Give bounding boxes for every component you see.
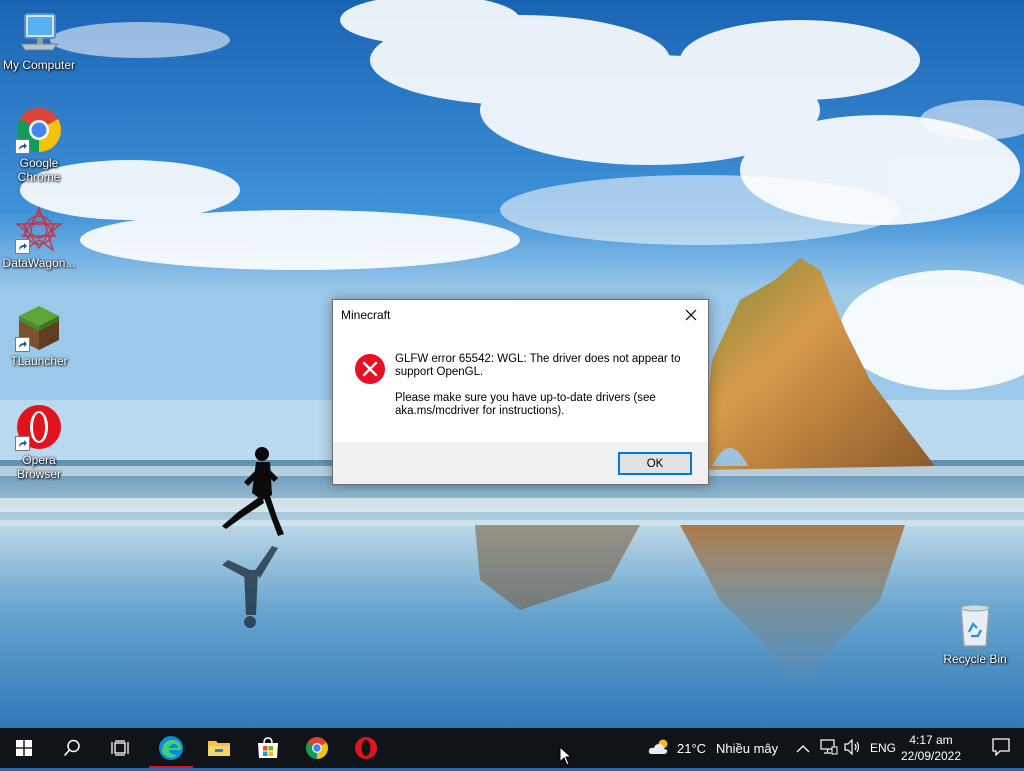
chevron-up-icon [796, 745, 810, 753]
datawagon-icon [15, 206, 63, 254]
action-center-button[interactable] [992, 738, 1010, 761]
close-icon [685, 309, 697, 321]
start-button[interactable] [0, 728, 48, 768]
speaker-icon [844, 738, 860, 756]
computer-icon [15, 8, 63, 56]
edge-icon [159, 736, 183, 760]
show-hidden-icons-button[interactable] [796, 741, 810, 759]
tlauncher-icon [15, 304, 63, 352]
desktop-icon-label: TLauncher [10, 354, 68, 368]
taskbar-chrome[interactable] [293, 728, 341, 768]
recycle-bin-icon [951, 602, 999, 650]
desktop-icon-opera-browser[interactable]: Opera Browser [0, 403, 78, 481]
task-view-icon [111, 740, 129, 756]
shortcut-arrow-icon [15, 436, 30, 451]
mouse-cursor-icon [559, 745, 573, 771]
close-button[interactable] [674, 300, 708, 330]
search-icon [63, 739, 80, 757]
weather-temperature: 21°C [677, 741, 707, 756]
shortcut-arrow-icon [15, 239, 30, 254]
clock[interactable]: 4:17 am 22/09/2022 [896, 732, 966, 764]
network-button[interactable] [820, 739, 838, 760]
instruction-message: Please make sure you have up-to-date dri… [395, 392, 656, 417]
search-button[interactable] [48, 728, 96, 768]
taskbar-edge[interactable] [147, 728, 195, 768]
error-dialog: Minecraft GLFW error 65542: WGL: The dri… [332, 299, 709, 485]
desktop-icon-label: Opera Browser [16, 453, 61, 481]
desktop-icon-my-computer[interactable]: My Computer [0, 8, 78, 72]
error-message: GLFW error 65542: WGL: The driver does n… [395, 353, 681, 378]
file-explorer-icon [208, 741, 230, 756]
shortcut-arrow-icon [15, 139, 30, 154]
store-icon [258, 737, 278, 758]
ok-button[interactable]: OK [618, 452, 692, 475]
dialog-message: GLFW error 65542: WGL: The driver does n… [395, 353, 695, 418]
shortcut-arrow-icon [15, 337, 30, 352]
chrome-icon [15, 106, 63, 154]
taskbar: 21°C Nhiều mây ENG 4:17 am 22/09/2022 [0, 728, 1024, 768]
desktop-icon-label: My Computer [2, 58, 76, 72]
weather-condition: Nhiều mây [716, 741, 779, 756]
desktop-icon-label: Recycle Bin [943, 652, 1007, 666]
taskbar-file-explorer[interactable] [195, 728, 243, 768]
desktop-icon-recycle-bin[interactable]: Recycle Bin [936, 602, 1014, 666]
taskbar-opera[interactable] [342, 728, 390, 768]
opera-icon [355, 737, 377, 759]
desktop-icon-label: DataWagon... [2, 256, 76, 270]
start-icon [16, 740, 32, 756]
clock-time: 4:17 am [909, 733, 953, 747]
dialog-content: GLFW error 65542: WGL: The driver does n… [333, 330, 708, 442]
volume-button[interactable] [844, 738, 862, 760]
dialog-title: Minecraft [341, 308, 391, 322]
error-icon [354, 353, 386, 385]
weather-widget[interactable]: 21°C Nhiều mây [646, 728, 788, 768]
chrome-icon [306, 737, 328, 759]
dialog-footer: OK [333, 442, 708, 484]
network-icon [820, 739, 838, 755]
task-view-button[interactable] [96, 728, 144, 768]
opera-icon [15, 403, 63, 451]
desktop-icon-label: Google Chrome [17, 156, 61, 184]
taskbar-store[interactable] [244, 728, 292, 768]
desktop-icon-datawagon[interactable]: DataWagon... [0, 206, 78, 270]
desktop-icon-tlauncher[interactable]: TLauncher [0, 304, 78, 368]
desktop-icon-google-chrome[interactable]: Google Chrome [0, 106, 78, 184]
notification-icon [992, 738, 1010, 757]
input-language[interactable]: ENG [870, 741, 896, 755]
clock-date: 22/09/2022 [900, 749, 962, 763]
dialog-titlebar[interactable]: Minecraft [333, 300, 708, 330]
cloud-sun-icon [648, 739, 668, 754]
